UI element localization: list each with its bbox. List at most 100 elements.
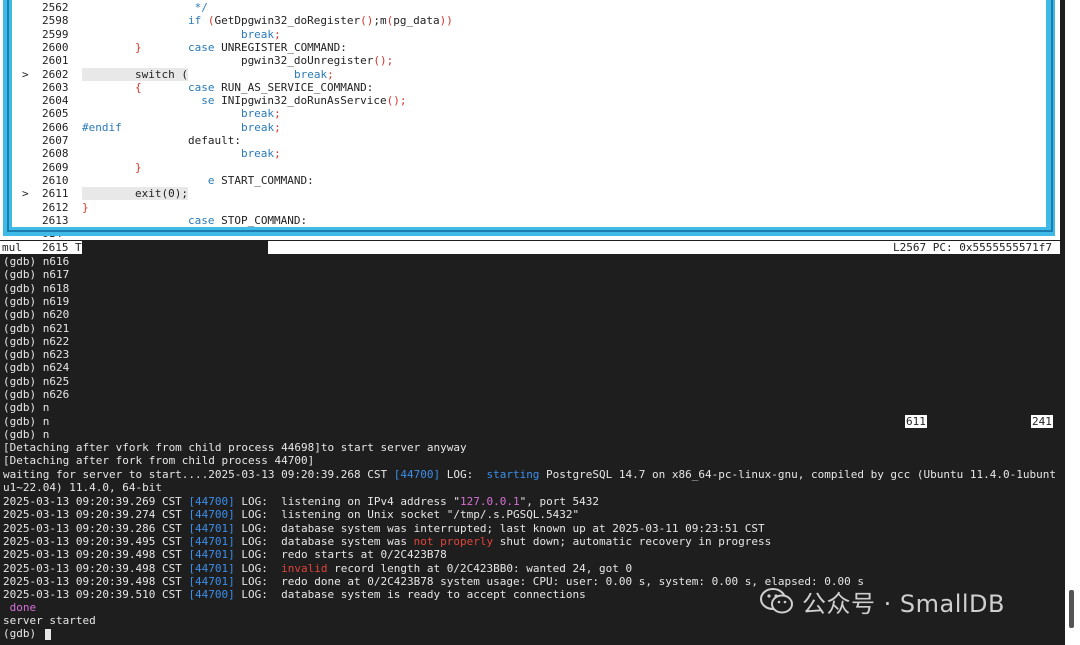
highlighted-current-line: exit(0); (82, 187, 188, 201)
source-code: exit(0); (82, 187, 188, 201)
line-number: 2603 (42, 80, 69, 94)
terminal-window[interactable]: 2562 */2598 if (GetDpgwin32_doRegister()… (0, 0, 1065, 645)
watermark: 公众号 · SmallDB (760, 585, 1005, 618)
code-token: } (82, 200, 89, 214)
code-token: [44701] (188, 521, 235, 535)
code-token: LOG: database system was interrupted; la… (234, 521, 765, 535)
source-line: 2605 break; (0, 107, 1040, 120)
source-code: } (82, 161, 142, 174)
postgres-log-line: 2025-03-13 09:20:39.286 CST [44701] LOG:… (3, 522, 765, 535)
code-token: ", port 5432 (519, 495, 600, 508)
wechat-icon (760, 588, 793, 614)
code-token: waiting for server to start....2025-03-1… (3, 468, 394, 481)
code-token: */ (82, 1, 208, 14)
source-code: case STOP_COMMAND: (82, 214, 307, 227)
source-line: 2600 } case UNREGISTER_COMMAND: (0, 41, 1040, 54)
line-number: 2608 (42, 147, 69, 161)
code-token: shut down; automatic recovery in progres… (493, 534, 772, 548)
line-number: 2612 (42, 200, 69, 214)
code-token: break (82, 147, 275, 161)
code-token: se (82, 94, 222, 108)
line-number: 2599 (42, 27, 69, 41)
code-token: record length at 0/2C423BB0: wanted 24, … (327, 561, 633, 575)
code-token: case (82, 213, 222, 227)
status-mark: T (75, 241, 82, 254)
postgres-log-line: 2025-03-13 09:20:39.269 CST [44700] LOG:… (3, 495, 599, 508)
source-code: e START_COMMAND: (82, 174, 314, 187)
source-line: 2610 e START_COMMAND: (0, 174, 1040, 187)
gdb-prompt-line: (gdb) n622 (3, 334, 70, 348)
code-token: e (82, 173, 222, 187)
code-token: (); (386, 94, 407, 108)
waiting-server-line: waiting for server to start....2025-03-1… (3, 468, 1056, 481)
code-token: ; (274, 107, 281, 121)
code-token: RUN_AS_SERVICE_COMMAND: (221, 80, 374, 94)
done-text: done (3, 601, 37, 614)
text-cursor (44, 628, 51, 640)
code-token: 2025-03-13 09:20:39.510 CST (3, 588, 189, 602)
source-code: if (GetDpgwin32_doRegister();m(pg_data)) (82, 14, 453, 27)
source-line: 2608 break; (0, 147, 1040, 160)
overlay-tag-611: 611 (905, 415, 927, 428)
watermark-text: 公众号 · SmallDB (802, 589, 1005, 618)
line-number: 2602 (42, 67, 69, 81)
status-pc: L2567 PC: 0x5555555571f7 (893, 241, 1052, 254)
code-token: INIpgwin32_doRunAsService (221, 94, 387, 108)
code-token: 2025-03-13 09:20:39.286 CST (3, 521, 189, 535)
gdb-prompt-line: (gdb) n617 (3, 268, 70, 282)
gdb-prompt-line: (gdb) n (3, 414, 50, 428)
overlay-tag-241: 241 (1031, 415, 1053, 428)
source-line: 2604 se INIpgwin32_doRunAsService(); (0, 94, 1040, 107)
code-token: break (188, 67, 328, 81)
scrollbar-track[interactable] (1065, 0, 1080, 645)
code-token: 2025-03-13 09:20:39.495 CST (3, 534, 189, 548)
source-code: } case UNREGISTER_COMMAND: (82, 41, 347, 54)
source-line: >2611 exit(0); (0, 187, 1040, 201)
code-token: LOG: listening on IPv4 address " (234, 495, 460, 508)
code-token: (); (373, 54, 394, 68)
tui-border-inner-right (1051, 0, 1053, 230)
code-token: [44701] (188, 548, 235, 562)
source-code: } (82, 201, 89, 214)
source-code: se INIpgwin32_doRunAsService(); (82, 94, 407, 108)
code-token: LOG: redo starts at 0/2C423B78 (234, 548, 447, 562)
code-token: ;m (373, 14, 387, 28)
source-code: break; (82, 147, 281, 160)
code-token: break (82, 27, 275, 41)
code-token: case (141, 40, 222, 54)
code-token: ; (327, 67, 334, 81)
gdb-prompt-line: (gdb) n616 (3, 255, 70, 268)
source-code: { case RUN_AS_SERVICE_COMMAND: (82, 81, 373, 94)
postgres-log-line: 2025-03-13 09:20:39.498 CST [44701] LOG:… (3, 575, 864, 588)
gdb-prompt-line: (gdb) n618 (3, 281, 70, 295)
code-token: GetDpgwin32_doRegister (214, 14, 361, 28)
postgres-log-line: 2025-03-13 09:20:39.495 CST [44701] LOG:… (3, 535, 771, 548)
code-token: LOG: database system is ready to accept … (234, 588, 586, 602)
postgres-log-line: 2025-03-13 09:20:39.510 CST [44700] LOG:… (3, 588, 586, 601)
line-number: 2609 (42, 160, 69, 174)
scrollbar-thumb[interactable] (1069, 590, 1074, 628)
line-number: 2613 (42, 213, 69, 227)
code-token: LOG: database system was (234, 534, 414, 548)
code-token: } (82, 40, 142, 54)
code-token: 127.0.0.1 (459, 495, 520, 508)
server-started-text: server started (3, 614, 96, 627)
gdb-input-prompt[interactable]: (gdb) (3, 627, 51, 640)
code-token: } (82, 160, 142, 174)
postgres-log-line: 2025-03-13 09:20:39.498 CST [44701] LOG:… (3, 562, 632, 575)
postgres-log-line: 2025-03-13 09:20:39.274 CST [44700] LOG:… (3, 508, 579, 521)
code-token: 2025-03-13 09:20:39.274 CST (3, 508, 189, 522)
code-token: case (141, 80, 222, 94)
source-code: pgwin32_doUnregister(); (82, 54, 393, 67)
gdb-prompt-line: (gdb) n623 (3, 348, 70, 362)
source-code: break; (82, 28, 281, 41)
line-number: 2604 (42, 94, 69, 108)
postgres-log-line: 2025-03-13 09:20:39.498 CST [44701] LOG:… (3, 548, 447, 561)
code-token: ; (274, 120, 281, 134)
gdb-source-window: 2562 */2598 if (GetDpgwin32_doRegister()… (0, 0, 1060, 240)
current-line-marker: > (22, 187, 29, 201)
line-number: 2606 (42, 120, 69, 134)
highlighted-current-line: switch ( (82, 67, 188, 81)
gdb-prompt-line: (gdb) n621 (3, 321, 70, 335)
code-token: not properly (413, 534, 494, 548)
